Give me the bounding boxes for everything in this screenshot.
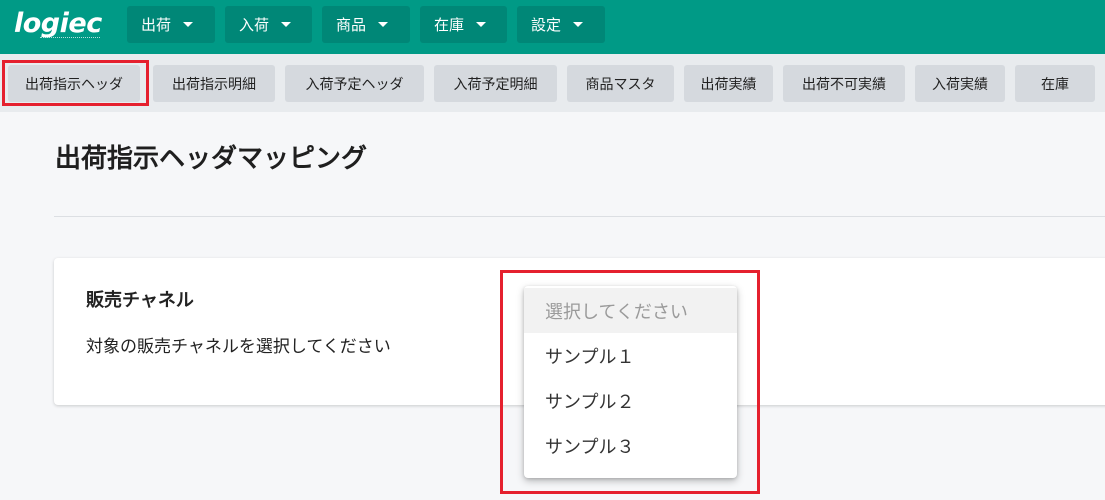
nav-menu-shipping[interactable]: 出荷 [127,6,215,43]
nav-menu-receiving[interactable]: 入荷 [225,6,312,43]
dropdown-highlight-frame [500,270,760,494]
title-divider [54,216,1105,217]
nav-menu-label: 設定 [531,16,562,34]
logiec-logo[interactable]: logiec [14,9,102,39]
nav-menu-label: 商品 [336,16,367,34]
nav-menu-label: 在庫 [434,16,465,34]
sales-channel-title: 販売チャネル [86,290,194,311]
tab-shipping-order-detail[interactable]: 出荷指示明細 [153,65,275,102]
tab-receiving-plan-header[interactable]: 入荷予定ヘッダ [285,65,424,102]
nav-menu-products[interactable]: 商品 [322,6,410,43]
caret-down-icon [281,22,292,27]
nav-menu-label: 出荷 [141,16,172,34]
caret-down-icon [183,22,194,27]
nav-menu-settings[interactable]: 設定 [517,6,605,43]
nav-menu-label: 入荷 [239,16,270,34]
tab-shipping-results[interactable]: 出荷実績 [684,65,773,102]
logo-tagline-decoration [40,37,100,40]
selected-tab-highlight-frame [2,60,149,106]
page-title: 出荷指示ヘッダマッピング [55,144,368,174]
sales-channel-description: 対象の販売チャネルを選択してください [86,337,391,357]
tab-unshippable-results[interactable]: 出荷不可実績 [783,65,905,102]
caret-down-icon [378,22,389,27]
tab-product-master[interactable]: 商品マスタ [567,65,674,102]
nav-menu-inventory[interactable]: 在庫 [420,6,507,43]
caret-down-icon [476,22,487,27]
tab-receiving-plan-detail[interactable]: 入荷予定明細 [434,65,557,102]
caret-down-icon [573,22,584,27]
tab-inventory[interactable]: 在庫 [1015,65,1095,102]
tab-receiving-results[interactable]: 入荷実績 [915,65,1005,102]
